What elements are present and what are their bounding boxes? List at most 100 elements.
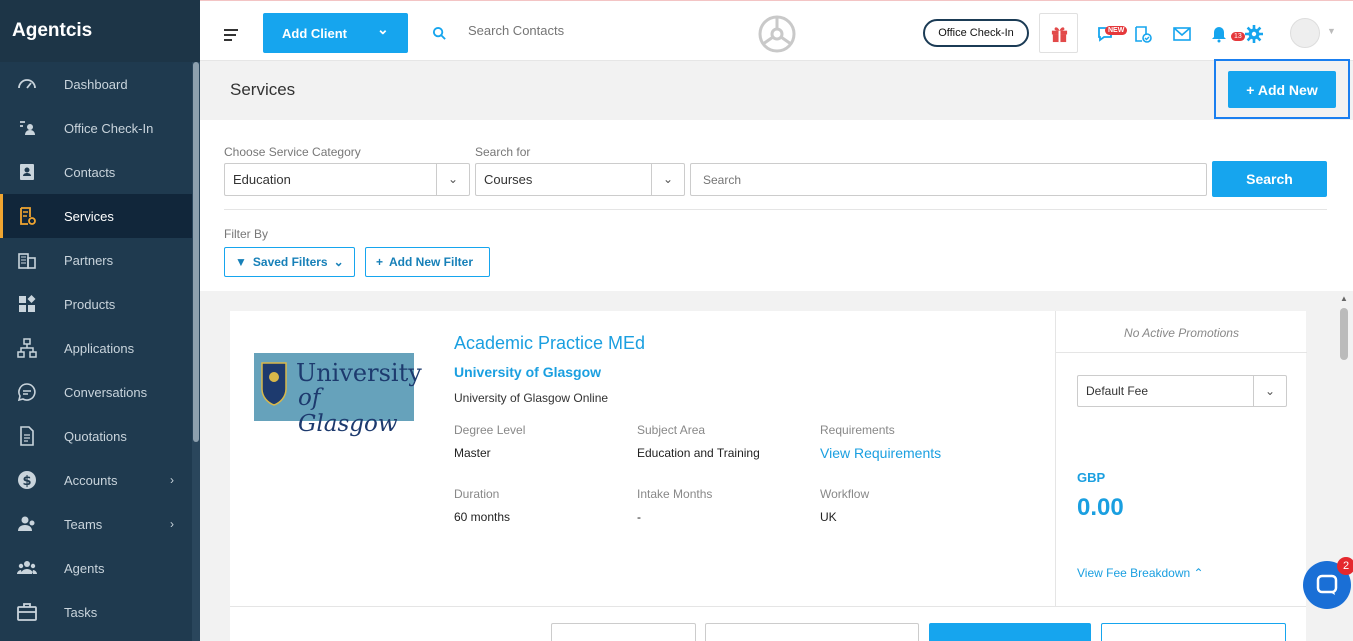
sidebar-item-office-check-in[interactable]: Office Check-In — [0, 106, 200, 150]
plus-icon: + — [376, 255, 384, 269]
applications-icon — [17, 338, 37, 358]
sidebar-item-teams[interactable]: Teams › — [0, 502, 200, 546]
gift-button[interactable] — [1039, 13, 1078, 53]
add-client-button[interactable]: Add Client ⌄ — [263, 13, 408, 53]
currency-code: GBP — [1077, 470, 1106, 485]
sidebar-item-label: Dashboard — [64, 76, 128, 92]
university-link[interactable]: University of Glasgow — [454, 364, 601, 380]
sidebar: Agentcis Dashboard Office Check-In Conta… — [0, 0, 200, 641]
top-bar: Add Client ⌄ Office Check-In NEW 13 ▼ — [200, 5, 1353, 61]
partners-icon — [18, 253, 36, 269]
chevron-down-icon[interactable]: ▼ — [1327, 26, 1336, 36]
sidebar-item-applications[interactable]: Applications — [0, 326, 200, 370]
sidebar-item-label: Partners — [64, 252, 114, 268]
campus-name: University of Glasgow Online — [454, 391, 609, 405]
sidebar-item-label: Contacts — [64, 164, 116, 180]
view-fee-breakdown-link[interactable]: View Fee Breakdown ⌃ — [1077, 566, 1204, 580]
products-icon — [19, 295, 36, 312]
degree-level-label: Degree Level — [454, 423, 526, 437]
tasks-check-icon[interactable] — [1134, 25, 1152, 43]
card-action-button-1[interactable] — [551, 623, 696, 641]
chevron-right-icon: › — [170, 473, 174, 487]
checkin-icon — [20, 121, 35, 135]
sidebar-item-agents[interactable]: Agents — [0, 546, 200, 590]
workflow-value: UK — [820, 510, 837, 524]
saved-filters-label: Saved Filters — [252, 255, 328, 269]
search-for-select[interactable]: Courses ⌄ — [475, 163, 685, 196]
sidebar-item-contacts[interactable]: Contacts — [0, 150, 200, 194]
chevron-up-icon: ⌃ — [1193, 566, 1204, 580]
divider — [224, 209, 1327, 210]
tasks-icon — [17, 603, 37, 621]
svg-text:$: $ — [22, 474, 31, 489]
add-client-label: Add Client — [282, 25, 347, 41]
course-title-link[interactable]: Academic Practice MEd — [454, 333, 645, 354]
sidebar-item-label: Conversations — [64, 384, 148, 400]
chevron-down-icon: ⌄ — [1253, 376, 1286, 407]
contacts-icon — [20, 164, 34, 180]
sidebar-item-conversations[interactable]: Conversations — [0, 370, 200, 414]
mail-icon[interactable] — [1173, 25, 1191, 43]
card-action-button-2[interactable] — [705, 623, 919, 641]
fee-panel: No Active Promotions Default Fee ⌄ GBP 0… — [1055, 311, 1307, 606]
intake-months-label: Intake Months — [637, 487, 713, 501]
filter-by-label: Filter By — [224, 227, 269, 241]
fee-type-value: Default Fee — [1086, 384, 1149, 398]
teams-icon — [18, 516, 35, 531]
sidebar-item-quotations[interactable]: Quotations — [0, 414, 200, 458]
search-for-value: Courses — [484, 172, 533, 187]
service-card: University of Glasgow Academic Practice … — [230, 311, 1307, 641]
sidebar-item-label: Applications — [64, 340, 135, 356]
sidebar-item-label: Accounts — [64, 472, 118, 488]
fee-breakdown-label: View Fee Breakdown — [1077, 566, 1191, 580]
page-title: Services — [230, 80, 296, 99]
chevron-down-icon: ⌄ — [651, 164, 684, 195]
user-avatar[interactable] — [1290, 18, 1320, 48]
menu-toggle-icon[interactable] — [224, 29, 238, 44]
chevron-down-icon: ⌄ — [333, 255, 344, 269]
sidebar-item-services[interactable]: Services — [0, 194, 200, 238]
card-action-button-3[interactable] — [929, 623, 1091, 641]
page-scrollbar-thumb[interactable] — [1340, 308, 1348, 360]
sidebar-item-tasks[interactable]: Tasks — [0, 590, 200, 634]
sidebar-item-dashboard[interactable]: Dashboard — [0, 62, 200, 106]
search-button[interactable]: Search — [1212, 161, 1327, 197]
service-search-input[interactable] — [690, 163, 1207, 196]
sidebar-item-partners[interactable]: Partners — [0, 238, 200, 282]
sidebar-scrollbar-thumb[interactable] — [193, 62, 199, 442]
sidebar-nav: Dashboard Office Check-In Contacts Servi… — [0, 62, 200, 634]
fee-type-select[interactable]: Default Fee ⌄ — [1077, 375, 1287, 407]
card-action-button-4[interactable] — [1101, 623, 1286, 641]
duration-label: Duration — [454, 487, 500, 501]
services-icon — [20, 207, 36, 225]
filter-funnel-icon: ▼ — [235, 255, 247, 269]
new-badge: NEW — [1105, 26, 1128, 35]
intake-months-value: - — [637, 510, 641, 524]
settings-gear-icon[interactable] — [1245, 25, 1263, 43]
sidebar-item-label: Tasks — [64, 604, 98, 620]
service-category-value: Education — [233, 172, 291, 187]
add-new-filter-button[interactable]: + Add New Filter — [365, 247, 490, 277]
logo-text-glasgow: of Glasgow — [298, 385, 398, 437]
company-logo-icon — [758, 15, 796, 53]
search-icon[interactable] — [432, 26, 447, 41]
degree-level-value: Master — [454, 446, 491, 460]
sidebar-item-accounts[interactable]: $ Accounts › — [0, 458, 200, 502]
chevron-down-icon[interactable]: ⌄ — [377, 21, 389, 38]
add-new-button[interactable]: + Add New — [1228, 71, 1336, 108]
bell-icon[interactable] — [1210, 25, 1228, 43]
brand-logo[interactable]: Agentcis — [0, 0, 200, 62]
scroll-up-arrow-icon[interactable]: ▲ — [1340, 294, 1348, 303]
sidebar-item-label: Products — [64, 296, 116, 312]
chat-unread-badge: 2 — [1337, 557, 1353, 575]
service-category-select[interactable]: Education ⌄ — [224, 163, 470, 196]
chevron-down-icon: ⌄ — [436, 164, 469, 195]
saved-filters-button[interactable]: ▼ Saved Filters ⌄ — [224, 247, 355, 277]
subject-area-value: Education and Training — [637, 446, 760, 460]
accounts-icon: $ — [18, 471, 36, 489]
search-contacts-input[interactable] — [468, 23, 688, 38]
view-requirements-link[interactable]: View Requirements — [820, 445, 941, 461]
office-checkin-button[interactable]: Office Check-In — [923, 19, 1029, 47]
sidebar-item-products[interactable]: Products — [0, 282, 200, 326]
page-header: Services + Add New — [200, 59, 1353, 120]
